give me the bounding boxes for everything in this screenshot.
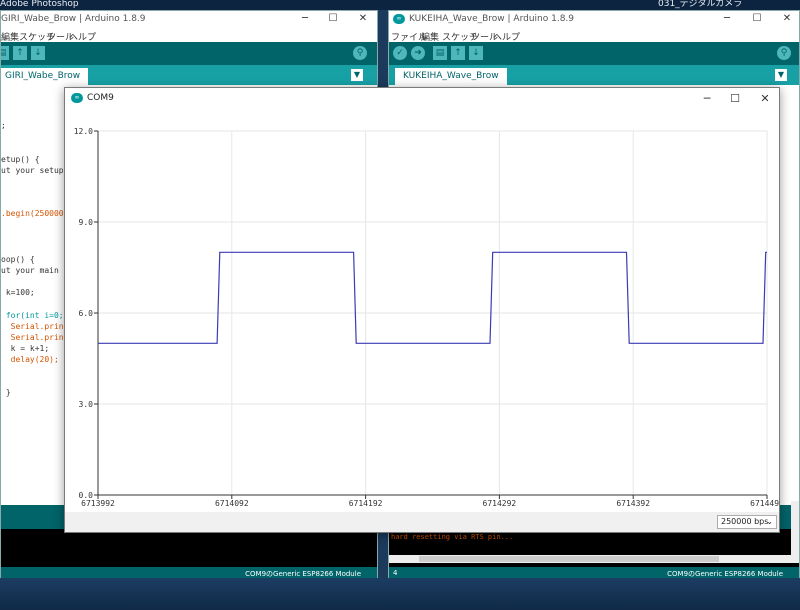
code-line: ut your main co — [1, 266, 74, 275]
save-sketch-icon[interactable]: ↓ — [31, 46, 45, 60]
x-tick-label: 6714192 — [349, 499, 383, 508]
left-toolbar: ▤ ↑ ↓ ⚲ — [1, 42, 377, 65]
baud-rate-value: 250000 bps — [721, 517, 769, 526]
right-sketch-tab[interactable]: KUKEIHA_Wave_Brow — [395, 68, 507, 85]
right-titlebar: ∞ KUKEIHA_Wave_Brow | Arduino 1.8.9 ─ ☐ … — [389, 11, 799, 28]
x-tick-label: 6713992 — [81, 499, 115, 508]
left-menubar: 編集 スケッチ ツール ヘルプ — [1, 28, 377, 43]
waveform-chart: 0.03.06.09.012.06713992 6714092 6714192 671… — [74, 127, 779, 508]
verify-icon[interactable]: ✓ — [393, 46, 407, 60]
minimize-icon[interactable]: ─ — [299, 13, 311, 24]
console-message: hard resetting via RTS pin... — [391, 533, 514, 541]
open-sketch-icon[interactable]: ↑ — [13, 46, 27, 60]
right-tabbar: KUKEIHA_Wave_Brow ▼ — [389, 65, 799, 85]
code-line: etup() { — [1, 155, 40, 164]
code-line: delay(20); — [1, 355, 59, 364]
left-window-title: GIRI_Wabe_Brow | Arduino 1.8.9 — [1, 14, 146, 24]
taskbar — [0, 578, 800, 610]
plotter-footer: 250000 bps ⌄ — [65, 512, 779, 532]
upload-icon[interactable]: ➜ — [411, 46, 425, 60]
code-line: k = k+1; — [1, 344, 50, 353]
left-sketch-tab[interactable]: GIRI_Wabe_Brow — [1, 68, 89, 85]
plotter-titlebar: ∞ COM9 ─ ☐ ✕ — [65, 88, 779, 108]
serial-plotter-window: ∞ COM9 ─ ☐ ✕ 0.0 3.0 6.0 9.0 12.0 6713992 6714… — [64, 87, 780, 533]
new-sketch-icon[interactable]: ▤ — [1, 46, 9, 60]
maximize-icon[interactable]: ☐ — [327, 13, 339, 24]
close-icon[interactable]: ✕ — [781, 13, 793, 24]
code-line: for(int i=0; i — [1, 311, 74, 320]
arduino-logo-icon: ∞ — [71, 93, 83, 103]
x-tick-label: 6714292 — [483, 499, 517, 508]
series-line — [98, 251, 767, 344]
close-icon[interactable]: ✕ — [357, 13, 369, 24]
save-sketch-icon[interactable]: ↓ — [469, 46, 483, 60]
baud-rate-select[interactable]: 250000 bps ⌄ — [717, 515, 777, 529]
console-horizontal-scrollbar[interactable] — [389, 555, 791, 563]
camera-folder-label[interactable]: 031_デジタルカメラ — [658, 0, 742, 9]
desktop-top-strip: Adobe Photoshop 031_デジタルカメラ — [0, 0, 800, 10]
x-tick-label: 6714492 — [750, 499, 779, 508]
open-sketch-icon[interactable]: ↑ — [451, 46, 465, 60]
code-line: .begin(250000); — [1, 209, 74, 218]
y-tick-label: 12.0 — [74, 127, 93, 136]
left-tabbar: GIRI_Wabe_Brow ▼ — [1, 65, 377, 85]
photoshop-label[interactable]: Adobe Photoshop — [0, 0, 79, 9]
serial-monitor-icon[interactable]: ⚲ — [777, 46, 791, 60]
code-line: Serial.print — [1, 333, 69, 342]
maximize-icon[interactable]: ☐ — [751, 13, 763, 24]
arduino-logo-icon: ∞ — [393, 14, 405, 24]
minimize-icon[interactable]: ─ — [721, 13, 733, 24]
line-number: 4 — [393, 569, 398, 577]
y-tick-label: 6.0 — [79, 309, 94, 318]
left-titlebar: GIRI_Wabe_Brow | Arduino 1.8.9 ─ ☐ ✕ — [1, 11, 377, 28]
right-toolbar: ✓ ➜ ▤ ↑ ↓ ⚲ — [389, 42, 799, 65]
x-tick-label: 6714392 — [616, 499, 650, 508]
close-icon[interactable]: ✕ — [759, 92, 771, 105]
x-tick-label: 6714092 — [215, 499, 249, 508]
y-tick-label: 9.0 — [79, 218, 94, 227]
new-sketch-icon[interactable]: ▤ — [433, 46, 447, 60]
code-line: k=100; — [1, 288, 35, 297]
plot-area: 0.0 3.0 6.0 9.0 12.0 6713992 6714092 6714192 671… — [65, 108, 779, 512]
serial-monitor-icon[interactable]: ⚲ — [353, 46, 367, 60]
code-line: ut your setup c — [1, 166, 74, 175]
code-line: ; — [1, 121, 6, 130]
console-vertical-scrollbar[interactable] — [791, 501, 799, 563]
code-line: } — [1, 388, 11, 397]
right-menubar: ファイル 編集 スケッチ ツール ヘルプ — [389, 28, 799, 43]
left-console — [1, 529, 377, 567]
y-tick-label: 3.0 — [79, 400, 94, 409]
code-line: oop() { — [1, 255, 35, 264]
scrollbar-thumb[interactable] — [419, 556, 719, 562]
tab-menu-icon[interactable]: ▼ — [351, 69, 363, 81]
chevron-down-icon: ⌄ — [766, 517, 773, 526]
maximize-icon[interactable]: ☐ — [729, 92, 741, 105]
minimize-icon[interactable]: ─ — [701, 92, 713, 105]
right-window-title: KUKEIHA_Wave_Brow | Arduino 1.8.9 — [409, 14, 575, 24]
plotter-title: COM9 — [87, 93, 114, 103]
code-line: Serial.print — [1, 322, 69, 331]
tab-menu-icon[interactable]: ▼ — [775, 69, 787, 81]
